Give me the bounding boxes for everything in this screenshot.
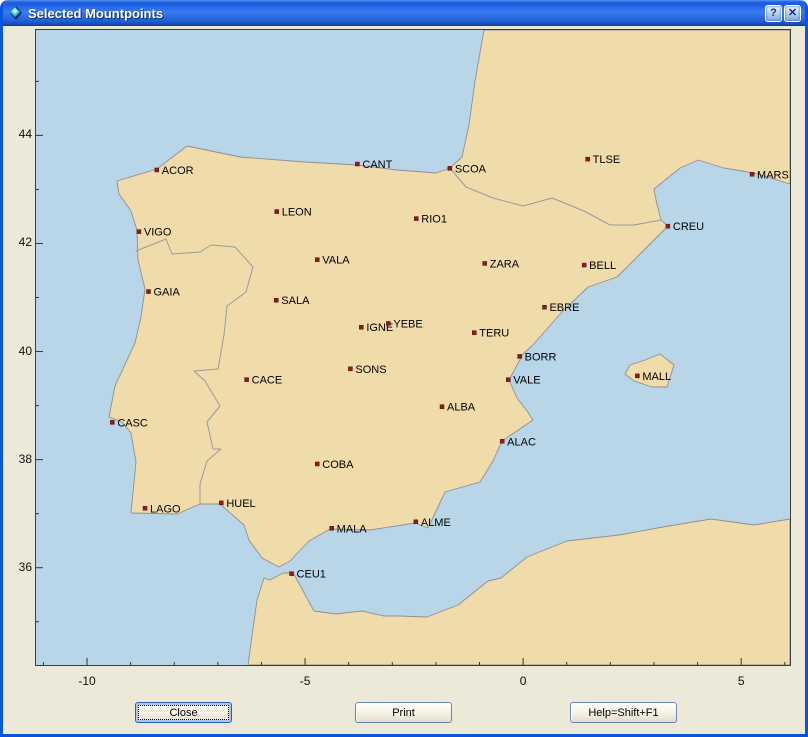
station-label-rio1: RIO1 bbox=[421, 214, 447, 226]
y-tick-label: 38 bbox=[3, 452, 32, 466]
station-label-vale: VALE bbox=[513, 375, 540, 387]
title-bar[interactable]: Selected Mountpoints ? ✕ bbox=[3, 0, 805, 26]
station-label-alme: ALME bbox=[421, 517, 451, 529]
station-marker-zara bbox=[483, 261, 487, 265]
station-marker-gaia bbox=[147, 290, 151, 294]
station-marker-rio1 bbox=[414, 217, 418, 221]
x-tick-label: 5 bbox=[721, 674, 761, 688]
station-marker-vala bbox=[315, 258, 319, 262]
x-tick-label: -10 bbox=[67, 674, 107, 688]
station-label-huel: HUEL bbox=[226, 498, 255, 510]
station-marker-casc bbox=[110, 420, 114, 424]
station-label-vala: VALA bbox=[322, 255, 350, 267]
map-plot: ACOR VIGO GAIA CASC LAGO HUEL CANT LEON VALA SALA… bbox=[35, 29, 791, 666]
station-marker-mala bbox=[330, 526, 334, 530]
titlebar-buttons: ? ✕ bbox=[765, 5, 801, 22]
station-label-alba: ALBA bbox=[447, 402, 476, 414]
station-marker-vigo bbox=[137, 230, 141, 234]
station-marker-acor bbox=[155, 168, 159, 172]
station-label-alac: ALAC bbox=[507, 436, 536, 448]
station-label-mala: MALA bbox=[337, 523, 368, 535]
station-label-lago: LAGO bbox=[150, 503, 181, 515]
station-marker-coba bbox=[315, 462, 319, 466]
station-marker-sons bbox=[348, 367, 352, 371]
station-label-borr: BORR bbox=[525, 351, 557, 363]
help-titlebar-button[interactable]: ? bbox=[765, 5, 782, 22]
station-marker-ebre bbox=[542, 305, 546, 309]
station-marker-cace bbox=[245, 378, 249, 382]
station-marker-yebe bbox=[386, 321, 390, 325]
station-marker-vale bbox=[506, 378, 510, 382]
station-label-yebe: YEBE bbox=[393, 318, 422, 330]
station-label-coba: COBA bbox=[322, 459, 354, 471]
station-marker-leon bbox=[275, 210, 279, 214]
station-marker-huel bbox=[219, 501, 223, 505]
dialog-client-area: ACOR VIGO GAIA CASC LAGO HUEL CANT LEON VALA SALA… bbox=[3, 26, 805, 734]
station-label-creu: CREU bbox=[673, 221, 704, 233]
help-shortcut-button[interactable]: Help=Shift+F1 bbox=[570, 702, 677, 723]
station-marker-borr bbox=[518, 354, 522, 358]
y-tick-label: 44 bbox=[3, 127, 32, 141]
print-button[interactable]: Print bbox=[355, 702, 452, 723]
y-tick-label: 40 bbox=[3, 344, 32, 358]
y-tick-label: 36 bbox=[3, 560, 32, 574]
station-label-acor: ACOR bbox=[162, 165, 194, 177]
station-marker-tlse bbox=[586, 157, 590, 161]
station-marker-alme bbox=[414, 520, 418, 524]
x-tick-label: 0 bbox=[503, 674, 543, 688]
station-label-cace: CACE bbox=[252, 375, 283, 387]
y-tick-label: 42 bbox=[3, 235, 32, 249]
selected-mountpoints-dialog: Selected Mountpoints ? ✕ ACOR VIGO GAIA CAS… bbox=[0, 0, 808, 737]
station-marker-alba bbox=[440, 405, 444, 409]
station-label-zara: ZARA bbox=[490, 258, 520, 270]
station-label-gaia: GAIA bbox=[154, 287, 181, 299]
window-title: Selected Mountpoints bbox=[28, 6, 765, 21]
station-marker-scoa bbox=[448, 166, 452, 170]
station-label-sons: SONS bbox=[355, 364, 386, 376]
station-label-tlse: TLSE bbox=[593, 154, 621, 166]
station-marker-mars bbox=[750, 172, 754, 176]
close-button[interactable]: Close bbox=[135, 702, 232, 723]
station-marker-ceu1 bbox=[290, 572, 294, 576]
station-marker-sala bbox=[274, 298, 278, 302]
station-label-vigo: VIGO bbox=[144, 227, 172, 239]
station-label-scoa: SCOA bbox=[455, 163, 487, 175]
iberia-map: ACOR VIGO GAIA CASC LAGO HUEL CANT LEON VALA SALA… bbox=[36, 30, 790, 665]
station-marker-alac bbox=[500, 439, 504, 443]
station-label-teru: TERU bbox=[479, 328, 509, 340]
station-label-casc: CASC bbox=[117, 417, 148, 429]
station-marker-teru bbox=[472, 331, 476, 335]
x-tick-label: -5 bbox=[285, 674, 325, 688]
station-label-sala: SALA bbox=[281, 295, 310, 307]
station-label-mars: MARS bbox=[757, 169, 789, 181]
station-label-mall: MALL bbox=[642, 371, 671, 383]
station-marker-mall bbox=[635, 374, 639, 378]
close-window-button[interactable]: ✕ bbox=[784, 5, 801, 22]
station-marker-bell bbox=[582, 263, 586, 267]
window-icon bbox=[9, 6, 23, 20]
station-label-leon: LEON bbox=[282, 207, 312, 219]
station-marker-igne bbox=[359, 325, 363, 329]
station-label-ceu1: CEU1 bbox=[297, 569, 326, 581]
station-label-cant: CANT bbox=[362, 159, 392, 171]
station-label-ebre: EBRE bbox=[549, 302, 579, 314]
station-marker-lago bbox=[143, 506, 147, 510]
station-label-bell: BELL bbox=[589, 260, 616, 272]
station-marker-creu bbox=[666, 224, 670, 228]
station-marker-cant bbox=[355, 162, 359, 166]
